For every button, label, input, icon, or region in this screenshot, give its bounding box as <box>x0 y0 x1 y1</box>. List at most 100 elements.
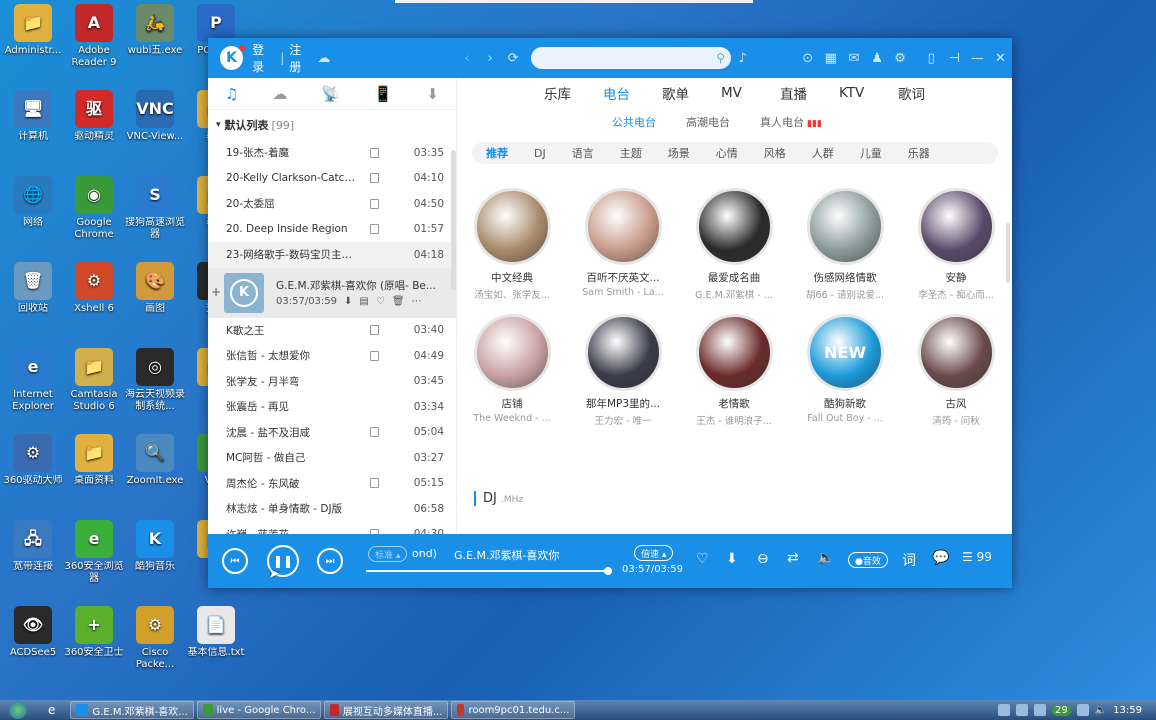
desktop-icon[interactable]: e 360安全浏览器 <box>61 520 127 585</box>
song-row[interactable]: 20. Deep Inside Region 01:57 <box>208 217 456 243</box>
recognize-icon[interactable]: ♪ <box>731 51 754 66</box>
desktop-icon[interactable]: 🛵 wubi五.exe <box>122 4 188 69</box>
network-icon[interactable] <box>1076 704 1089 716</box>
more-icon[interactable]: ⋯ <box>412 296 422 307</box>
station-cover[interactable] <box>917 188 995 265</box>
progress-bar[interactable] <box>366 570 608 572</box>
playlist-tab-icon[interactable]: ☁ <box>272 85 287 103</box>
song-row[interactable]: 23-网络歌手-数码宝贝主题曲 04:18 <box>208 242 456 268</box>
taskbar-item[interactable]: 展视互动多媒体直播... <box>324 701 449 719</box>
category-tab[interactable]: 乐器 <box>908 145 930 161</box>
station-cover[interactable] <box>473 314 551 391</box>
station-card[interactable]: 伤感网络情歌 胡66 - 请别说爱... <box>795 188 895 301</box>
playlist-tab-icon[interactable]: ⬇ <box>426 85 439 103</box>
desktop-icon[interactable]: 📁 Camtasia Studio 6 <box>61 348 127 413</box>
nav-tab[interactable]: 直播 <box>780 83 839 103</box>
tray-icon[interactable] <box>1033 704 1046 716</box>
list-header[interactable]: ▾ 默认列表 [99] <box>208 110 456 140</box>
category-tab[interactable]: DJ <box>534 147 546 160</box>
play-circle-icon[interactable]: ⊙ <box>796 51 819 66</box>
desktop-icon[interactable]: ⚙ Cisco Packe... <box>122 606 188 671</box>
tray-badge[interactable]: 29 <box>1051 704 1071 716</box>
category-tab[interactable]: 语言 <box>572 145 594 161</box>
mv-icon[interactable] <box>370 376 379 386</box>
mv-icon[interactable] <box>370 198 379 209</box>
mini-mode-icon[interactable]: ▯ <box>920 51 943 66</box>
nav-tab[interactable]: KTV <box>839 85 898 101</box>
mv-icon[interactable] <box>370 402 379 412</box>
station-cover[interactable] <box>473 188 551 265</box>
category-tab[interactable]: 心情 <box>716 145 738 161</box>
desktop-icon[interactable]: 🗑 回收站 <box>0 262 66 327</box>
desktop-icon[interactable]: ◎ 海云天视频录制系统... <box>122 348 188 413</box>
add-icon[interactable]: + <box>211 285 221 299</box>
station-card[interactable]: 中文经典 汤宝如、张学友... <box>462 188 562 301</box>
taskbar-item[interactable]: live - Google Chro... <box>197 701 322 719</box>
category-tab[interactable]: 风格 <box>764 145 786 161</box>
desktop-icon[interactable]: 📁 桌面资料 <box>61 434 127 499</box>
station-cover[interactable] <box>806 188 884 265</box>
desktop-icon[interactable]: 🎨 画图 <box>122 262 188 327</box>
desktop-icon[interactable]: K 酷狗音乐 <box>122 520 188 585</box>
song-row[interactable]: 20-Kelly Clarkson-Catch ... 04:10 <box>208 166 456 192</box>
playlist-scrollbar[interactable] <box>451 150 456 290</box>
song-row[interactable]: 张学友 - 月半弯 03:45 <box>208 369 456 395</box>
category-tab[interactable]: 推荐 <box>486 145 508 161</box>
station-cover[interactable] <box>584 314 662 391</box>
song-row[interactable]: 张震岳 - 再见 03:34 <box>208 394 456 420</box>
mv-icon[interactable] <box>370 350 379 361</box>
tray-icon[interactable] <box>1015 704 1028 716</box>
nav-tab[interactable]: 乐库 <box>544 83 603 103</box>
mail-icon[interactable]: ✉ <box>842 51 865 66</box>
desktop-icon[interactable]: e Internet Explorer <box>0 348 66 413</box>
minimize-icon[interactable]: — <box>966 51 989 66</box>
subnav-tab[interactable]: 公共电台 <box>612 114 656 130</box>
refresh-icon[interactable]: ⟳ <box>502 51 525 66</box>
desktop-icon[interactable]: 驱驱动精灵 <box>61 90 127 155</box>
clock[interactable]: 13:59 <box>1113 705 1142 716</box>
nav-tab[interactable]: 歌单 <box>662 83 721 103</box>
station-card[interactable]: 店铺 The Weeknd - ... <box>462 314 562 424</box>
desktop-icon[interactable]: +360安全卫士 <box>61 606 127 671</box>
station-card[interactable]: 百听不厌英文... Sam Smith - La... <box>573 188 673 298</box>
mv-icon[interactable] <box>370 250 379 260</box>
station-card[interactable]: 老情歌 王杰 - 谁明浪子... <box>684 314 784 427</box>
search-input[interactable]: ⚲ <box>530 47 732 69</box>
mv-icon[interactable]: ▤ <box>359 296 368 307</box>
desktop-icon[interactable]: 📁 Administr... <box>0 4 66 69</box>
desktop-icon[interactable]: 🖧 宽带连接 <box>0 520 66 585</box>
subnav-tab[interactable]: 高潮电台 <box>686 114 730 130</box>
song-row[interactable]: MC阿哲 - 做自己 03:27 <box>208 445 456 471</box>
desktop-icon[interactable]: 📄 基本信息.txt <box>183 606 249 671</box>
settings-icon[interactable]: ⚙ <box>889 51 912 66</box>
download-bar-icon[interactable]: ⬇ <box>726 551 738 567</box>
station-card[interactable]: 安静 李圣杰 - 痴心而... <box>906 188 1006 301</box>
station-card[interactable]: 那年MP3里的... 王力宏 - 唯一 <box>573 314 673 427</box>
mv-icon[interactable] <box>370 453 379 463</box>
song-row[interactable]: 周杰伦 - 东风破 05:15 <box>208 471 456 497</box>
desktop-icon[interactable]: 🔍 ZoomIt.exe <box>122 434 188 499</box>
quality-button[interactable]: 标准 ▴ <box>368 546 408 562</box>
desktop-icon[interactable]: A Adobe Reader 9 <box>61 4 127 69</box>
taskbar-item[interactable]: G.E.M.邓紫棋-喜欢... <box>70 701 195 719</box>
search-icon[interactable]: ⚲ <box>716 51 725 65</box>
subnav-tab[interactable]: 真人电台 ▮▮▮ <box>760 114 852 130</box>
desktop-icon[interactable]: S 搜狗高速浏览器 <box>122 176 188 241</box>
mv-icon[interactable] <box>370 147 379 158</box>
station-card[interactable]: 古风 清筠 - 问秋 <box>906 314 1006 427</box>
station-cover[interactable] <box>695 314 773 391</box>
close-icon[interactable]: ✕ <box>989 51 1012 66</box>
start-button[interactable] <box>0 700 36 720</box>
taskbar-item[interactable]: room9pc01.tedu.c... <box>451 701 576 719</box>
station-card[interactable]: 最爱成名曲 G.E.M.邓紫棋 - ... <box>684 188 784 301</box>
station-cover[interactable] <box>584 188 662 265</box>
song-row[interactable]: 许巍 - 蓝莲花04:30 <box>208 522 456 534</box>
login-link[interactable]: 登录 <box>252 41 275 75</box>
playlist-tab-icon[interactable]: 📡 <box>321 85 340 103</box>
category-tab[interactable]: 主题 <box>620 145 642 161</box>
category-tab[interactable]: 人群 <box>812 145 834 161</box>
next-icon[interactable]: ⏭ <box>317 548 343 574</box>
speaker-icon[interactable]: 🔈 <box>1095 705 1107 716</box>
song-row[interactable]: 林志炫 - 单身情歌 - DJ版 06:58 <box>208 496 456 522</box>
mv-icon[interactable] <box>370 173 379 184</box>
